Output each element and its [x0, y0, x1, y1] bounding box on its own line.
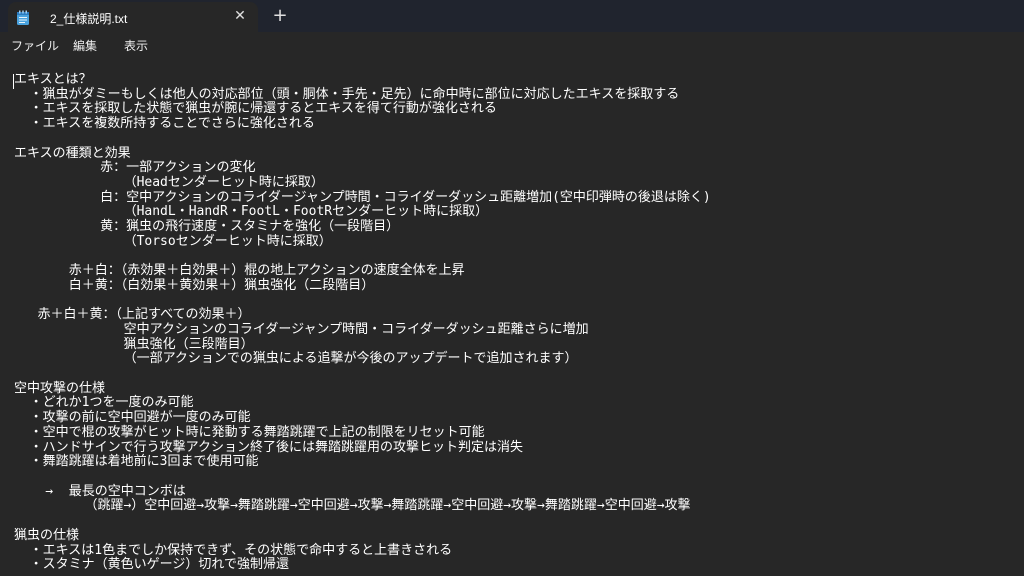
- menu-file[interactable]: ファイル: [11, 37, 59, 54]
- text-line: ・猟虫がダミーもしくは他人の対応部位（頭・胴体・手先・足先）に命中時に部位に対応…: [14, 86, 680, 102]
- notepad-icon: [17, 10, 29, 25]
- text-line: （Torsoセンダーヒット時に採取）: [14, 233, 332, 249]
- text-line: （跳躍→）空中回避→攻撃→舞踏跳躍→空中回避→攻撃→舞踏跳躍→空中回避→攻撃→舞…: [14, 498, 691, 514]
- menu-bar: ファイル 編集 表示: [0, 32, 1024, 60]
- text-line: ・舞踏跳躍は着地前に3回まで使用可能: [14, 454, 259, 470]
- menu-view[interactable]: 表示: [124, 37, 148, 54]
- text-line: 猟虫の仕様: [14, 527, 80, 543]
- text-line: 白：空中アクションのコライダージャンプ時間・コライダーダッシュ距離増加(空中印弾…: [14, 189, 711, 205]
- text-line: 空中アクションのコライダージャンプ時間・コライダーダッシュ距離さらに増加: [14, 321, 589, 337]
- text-line: 空中攻撃の仕様: [14, 380, 106, 396]
- text-line: ・攻撃の前に空中回避が一度のみ可能: [14, 410, 251, 426]
- text-line: ・空中で棍の攻撃がヒット時に発動する舞踏跳躍で上記の制限をリセット可能: [14, 424, 485, 440]
- text-line: ・エキスは1色までしか保持できず、その状態で命中すると上書きされる: [14, 542, 453, 558]
- text-line: 黄：猟虫の飛行速度・スタミナを強化（一段階目）: [14, 219, 400, 235]
- text-line: 赤：一部アクションの変化: [14, 160, 256, 176]
- text-line: ・ハンドサインで行う攻撃アクション終了後には舞踏跳躍用の攻撃ヒット判定は消失: [14, 439, 524, 455]
- text-line: 赤＋白：（赤効果＋白効果＋）棍の地上アクションの速度全体を上昇: [14, 263, 465, 279]
- text-line: ・どれか1つを一度のみ可能: [14, 395, 194, 411]
- text-line: （Headセンダーヒット時に採取）: [14, 174, 324, 190]
- text-line: エキスの種類と効果: [14, 145, 131, 161]
- text-line: → 最長の空中コンボは: [14, 483, 186, 499]
- tab-title: 2_仕様説明.txt: [50, 12, 128, 26]
- title-bar: 2_仕様説明.txt ✕ +: [0, 0, 1024, 32]
- text-editor[interactable]: エキスとは？ ・猟虫がダミーもしくは他人の対応部位（頭・胴体・手先・足先）に命中…: [0, 60, 1024, 576]
- text-line: 赤＋白＋黄：（上記すべての効果＋）: [14, 307, 251, 323]
- text-line: （一部アクションでの猟虫による追撃が今後のアップデートで追加されます）: [14, 351, 578, 367]
- text-line: 白＋黄：（白効果＋黄効果＋）猟虫強化（二段階目）: [14, 277, 375, 293]
- document-text[interactable]: エキスとは？ ・猟虫がダミーもしくは他人の対応部位（頭・胴体・手先・足先）に命中…: [14, 72, 711, 573]
- text-line: 猟虫強化（三段階目）: [14, 336, 254, 352]
- close-tab-button[interactable]: ✕: [232, 8, 248, 24]
- menu-edit[interactable]: 編集: [73, 37, 97, 54]
- text-line: （HandL・HandR・FootL・FootRセンダーヒット時に採取）: [14, 204, 489, 220]
- text-line: ・エキスを複数所持することでさらに強化される: [14, 116, 315, 132]
- document-tab[interactable]: 2_仕様説明.txt ✕: [8, 2, 258, 32]
- text-line: ・エキスを採取した状態で猟虫が腕に帰還するとエキスを得て行動が強化される: [14, 101, 497, 117]
- text-line: エキスとは？: [14, 72, 92, 87]
- text-line: ・スタミナ（黄色いゲージ）切れで強制帰還: [14, 557, 290, 573]
- new-tab-button[interactable]: +: [270, 6, 290, 26]
